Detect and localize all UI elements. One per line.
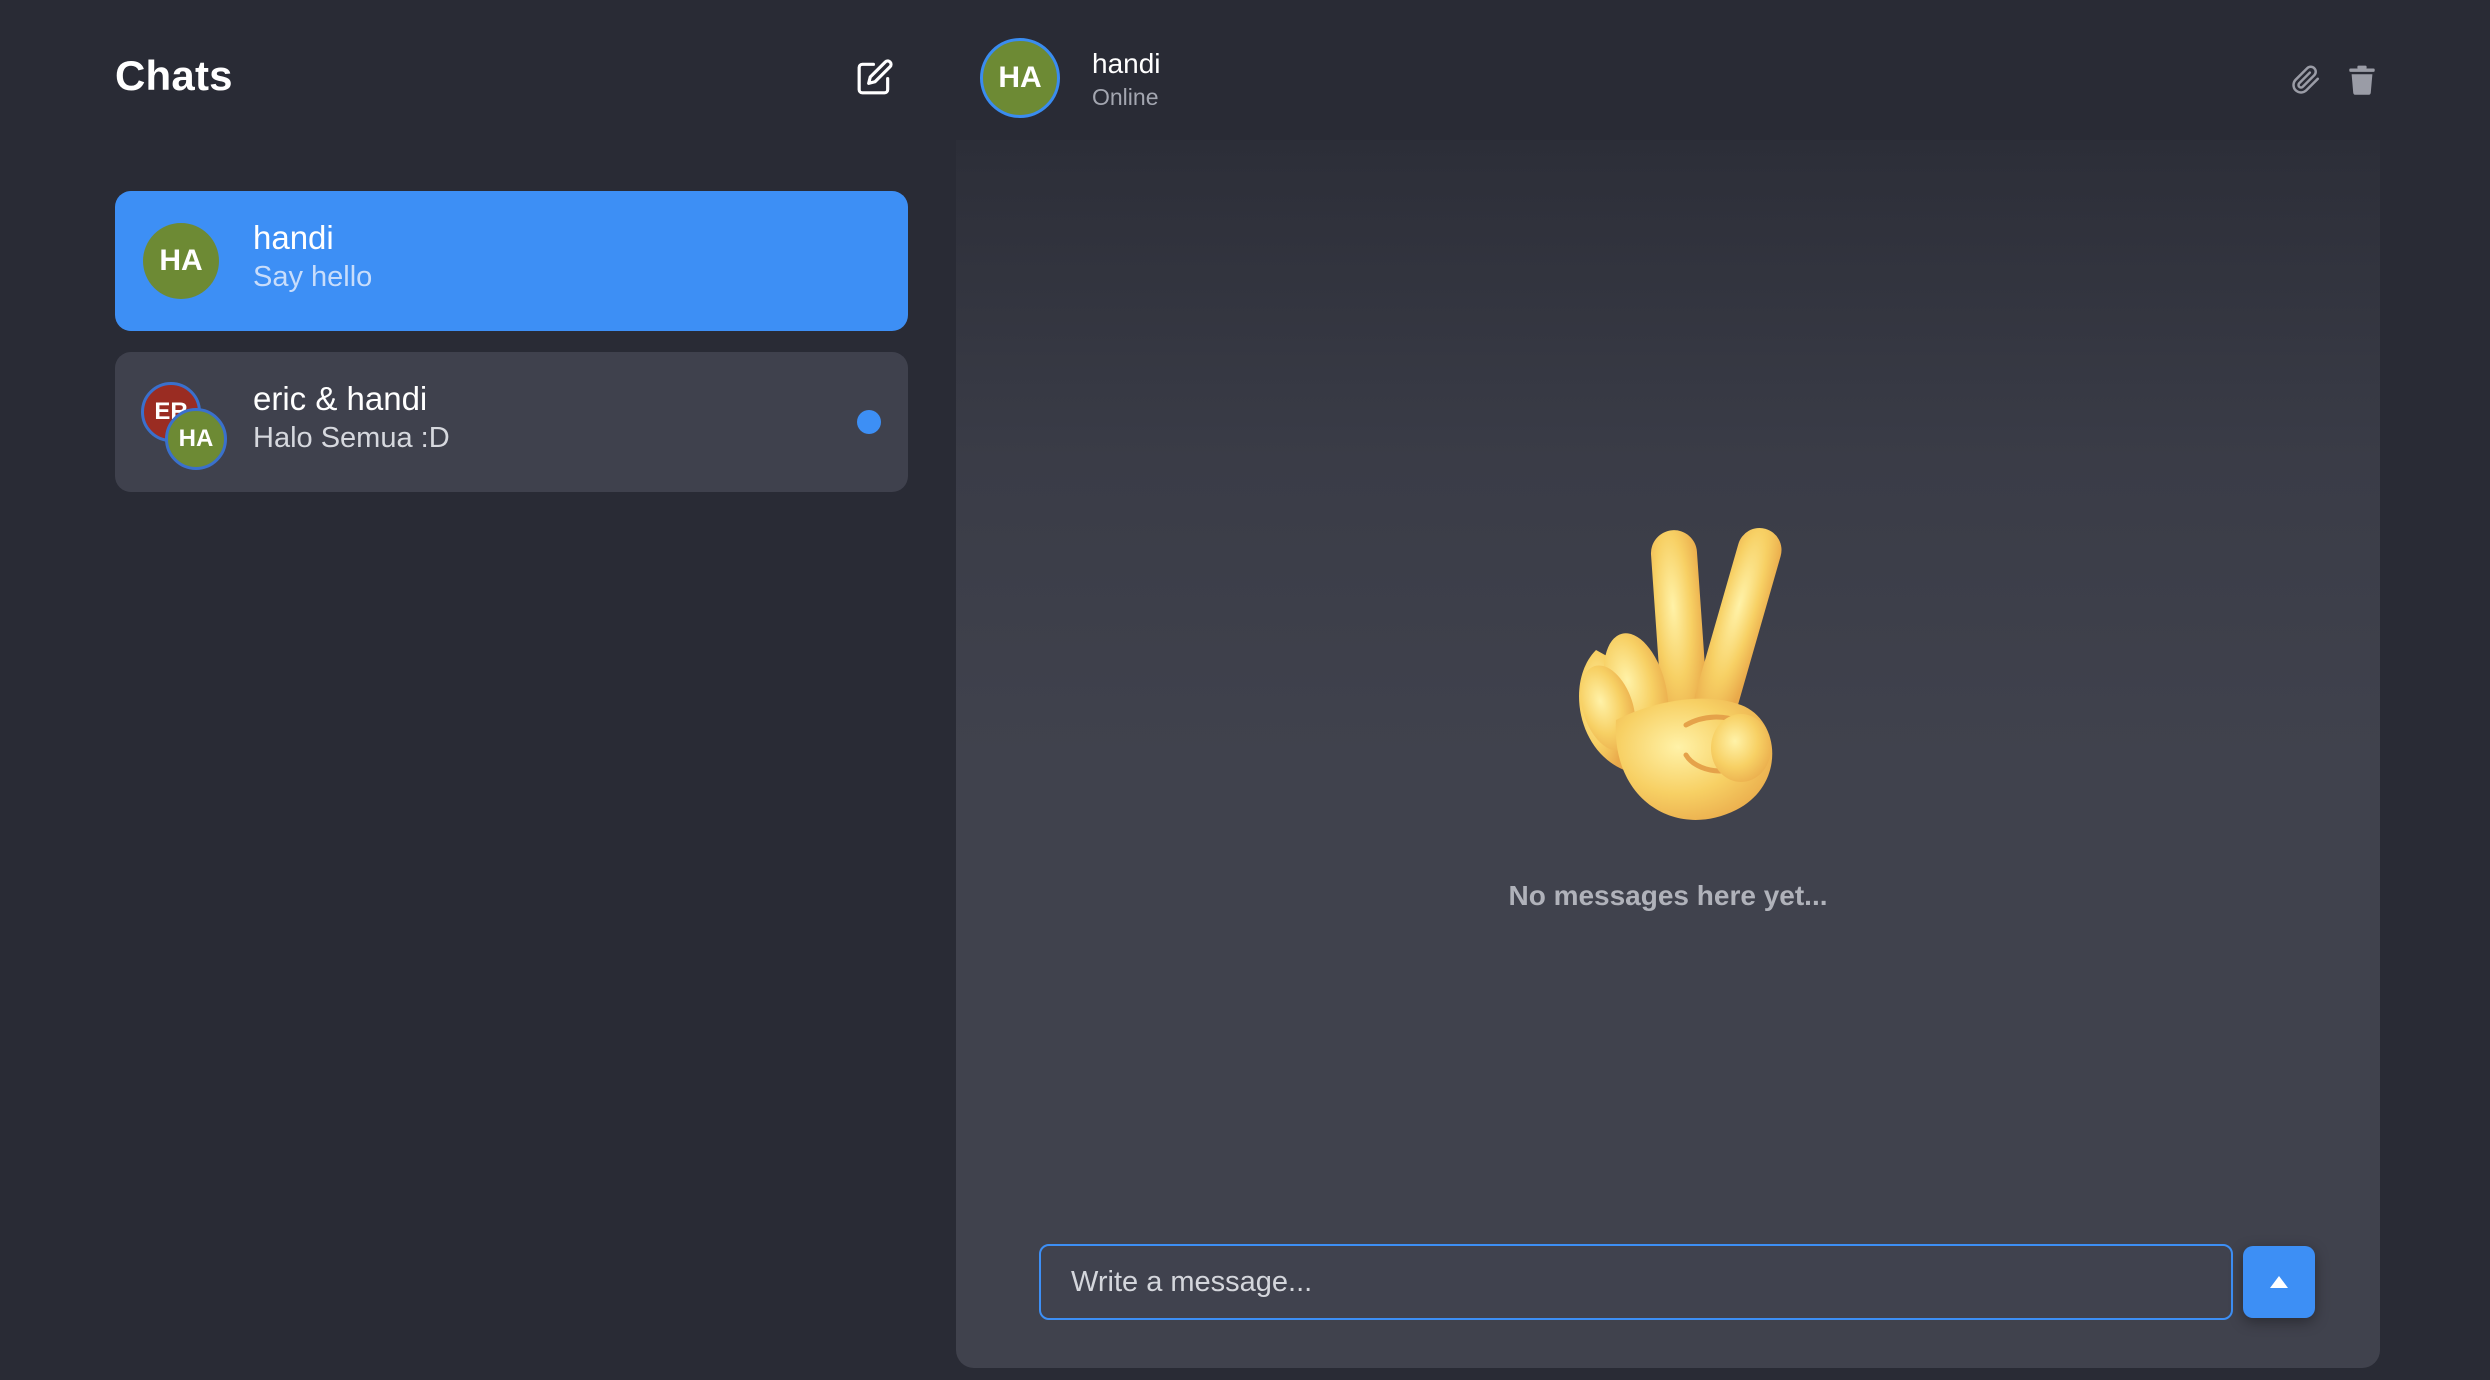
unread-indicator — [857, 410, 881, 434]
conversation-panel: HA handi Online No messages here yet... … — [956, 0, 2490, 1380]
chat-app: Chats HA handi Say hello ER HA eric & ha… — [0, 0, 2490, 1380]
contact-status: Online — [1092, 84, 1159, 110]
sidebar: Chats HA handi Say hello ER HA eric & ha… — [0, 0, 956, 1380]
message-composer — [1039, 1244, 2329, 1320]
chat-list: HA handi Say hello ER HA eric & handi Ha… — [115, 191, 908, 513]
avatar: HA — [143, 223, 219, 299]
victory-hand-emoji — [1579, 528, 1782, 820]
edit-icon — [857, 59, 893, 95]
empty-state-text: No messages here yet... — [1508, 880, 1828, 911]
sidebar-title: Chats — [115, 52, 233, 99]
triangle-up-icon — [2270, 1276, 2288, 1288]
contact-name: handi — [1092, 48, 1161, 79]
message-area: No messages here yet... — [956, 140, 2380, 1368]
chat-item-handi[interactable]: HA handi Say hello — [115, 191, 908, 331]
message-input[interactable] — [1039, 1244, 2233, 1320]
delete-chat-button[interactable] — [2342, 60, 2382, 100]
trash-icon — [2349, 65, 2375, 95]
send-button[interactable] — [2243, 1246, 2315, 1318]
new-chat-button[interactable] — [850, 52, 900, 102]
chat-preview: Halo Semua :D — [253, 422, 450, 454]
avatar: HA — [165, 408, 227, 470]
chat-name: eric & handi — [253, 380, 428, 417]
chat-name: handi — [253, 219, 334, 256]
chat-item-eric-handi[interactable]: ER HA eric & handi Halo Semua :D — [115, 352, 908, 492]
contact-avatar[interactable]: HA — [980, 38, 1060, 118]
attach-button[interactable] — [2286, 60, 2326, 100]
chat-preview: Say hello — [253, 261, 373, 293]
paperclip-icon — [2292, 65, 2320, 94]
